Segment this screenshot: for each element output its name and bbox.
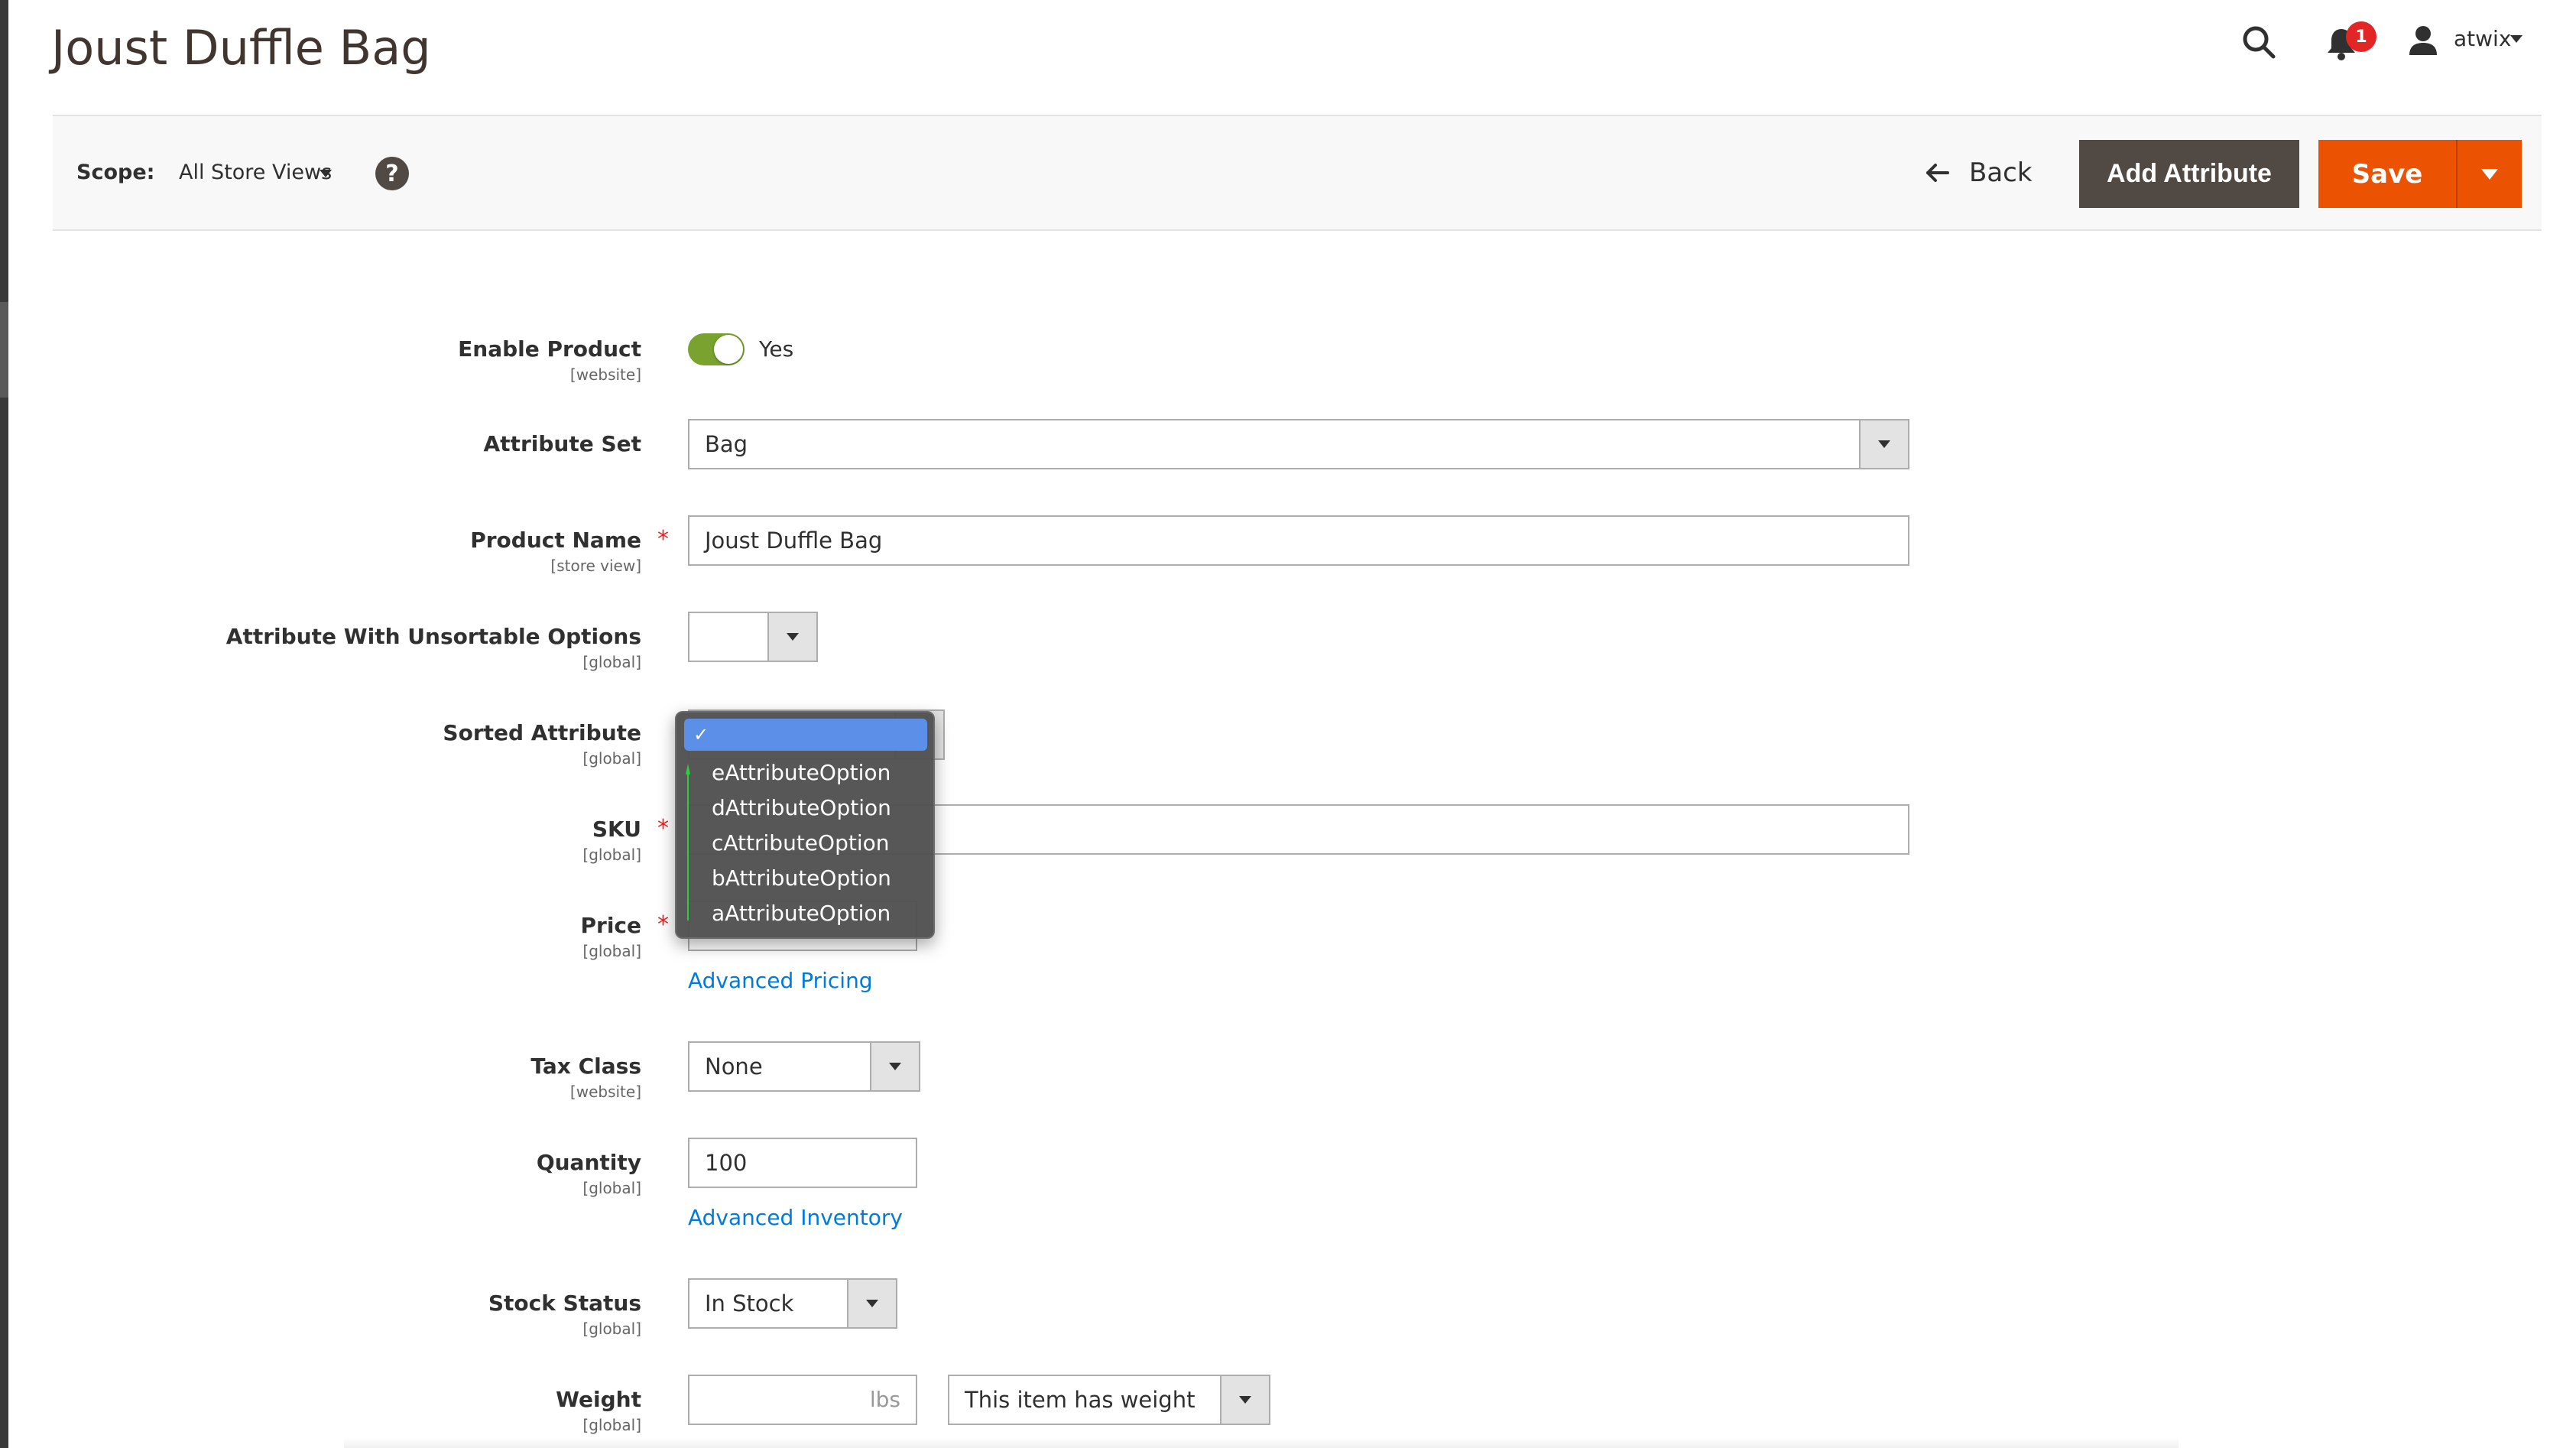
sorted-attribute-options-popup: ✓ eAttributeOption dAttributeOption cAtt…: [675, 711, 935, 939]
chevron-down-icon: [866, 1300, 878, 1307]
popup-option[interactable]: aAttributeOption: [712, 901, 891, 926]
quantity-scope: [global]: [582, 1179, 641, 1197]
unsortable-attribute-label: Attribute With Unsortable Options: [225, 624, 641, 649]
attribute-set-value: Bag: [705, 431, 748, 457]
weight-input[interactable]: lbs: [688, 1375, 917, 1425]
left-edge-notch: [0, 302, 8, 398]
unsortable-dropdown-button[interactable]: [767, 613, 816, 661]
chevron-down-icon[interactable]: [2510, 35, 2522, 43]
sort-order-arrow-icon: [686, 764, 690, 920]
tax-class-dropdown-button[interactable]: [870, 1043, 919, 1090]
advanced-inventory-link[interactable]: Advanced Inventory: [688, 1205, 903, 1230]
popup-option[interactable]: eAttributeOption: [712, 760, 891, 785]
sku-label: SKU: [592, 817, 641, 842]
tax-class-label: Tax Class: [530, 1054, 641, 1079]
product-name-scope: [store view]: [550, 557, 641, 575]
chevron-down-icon: [889, 1063, 901, 1070]
tax-class-value: None: [705, 1054, 763, 1080]
required-marker: *: [657, 526, 669, 553]
left-window-edge: [0, 0, 8, 1448]
scope-switcher[interactable]: All Store Views: [179, 161, 332, 184]
stock-status-select[interactable]: In Stock: [688, 1278, 897, 1329]
scope-label: Scope:: [76, 161, 155, 184]
back-arrow-icon: [1926, 164, 1949, 182]
quantity-input[interactable]: 100: [688, 1138, 917, 1188]
chevron-down-icon: [2481, 168, 2498, 180]
save-button-group: Save: [2318, 140, 2522, 208]
back-button-label: Back: [1969, 157, 2033, 188]
popup-option-empty-selected[interactable]: ✓: [684, 719, 927, 751]
quantity-label: Quantity: [536, 1150, 641, 1175]
checkmark-icon: ✓: [693, 724, 709, 745]
popup-option[interactable]: cAttributeOption: [712, 830, 889, 855]
unsortable-attribute-select[interactable]: [688, 612, 818, 662]
tax-class-select[interactable]: None: [688, 1041, 920, 1092]
product-name-input[interactable]: Joust Duffle Bag: [688, 515, 1909, 566]
sorted-attribute-label: Sorted Attribute: [443, 720, 641, 745]
popup-option[interactable]: dAttributeOption: [712, 795, 891, 820]
save-button[interactable]: Save: [2318, 140, 2458, 208]
advanced-pricing-link[interactable]: Advanced Pricing: [688, 968, 873, 993]
sku-scope: [global]: [582, 846, 641, 864]
enable-product-scope: [website]: [569, 365, 641, 384]
user-icon[interactable]: [2408, 24, 2438, 57]
chevron-down-icon: [787, 633, 799, 641]
weight-scope: [global]: [582, 1416, 641, 1434]
user-menu-name[interactable]: atwix: [2454, 26, 2511, 51]
required-marker: *: [657, 911, 669, 938]
enable-product-toggle[interactable]: [688, 333, 745, 365]
enable-product-value: Yes: [759, 336, 794, 362]
back-button[interactable]: Back: [1925, 153, 2033, 193]
page-title: Joust Duffle Bag: [51, 20, 431, 76]
toggle-knob: [714, 335, 743, 364]
stock-status-value: In Stock: [705, 1291, 794, 1317]
product-name-value: Joust Duffle Bag: [705, 528, 883, 554]
required-marker: *: [657, 815, 669, 842]
chevron-down-icon[interactable]: [320, 170, 332, 177]
quantity-value: 100: [705, 1150, 748, 1176]
weight-type-dropdown-button[interactable]: [1220, 1376, 1269, 1424]
tax-class-scope: [website]: [569, 1083, 641, 1101]
weight-label: Weight: [556, 1387, 641, 1412]
weight-type-value: This item has weight: [965, 1387, 1196, 1413]
unsortable-attribute-scope: [global]: [582, 653, 641, 671]
stock-status-dropdown-button[interactable]: [847, 1280, 896, 1327]
chevron-down-icon: [1239, 1396, 1251, 1404]
stock-status-scope: [global]: [582, 1320, 641, 1338]
stock-status-label: Stock Status: [488, 1291, 641, 1316]
weight-unit: lbs: [869, 1387, 900, 1412]
attribute-set-dropdown-button[interactable]: [1859, 420, 1908, 468]
enable-product-label: Enable Product: [458, 336, 641, 362]
search-icon[interactable]: [2241, 24, 2276, 60]
price-label: Price: [580, 913, 641, 938]
attribute-set-select[interactable]: Bag: [688, 419, 1909, 469]
sorted-attribute-scope: [global]: [582, 749, 641, 768]
popup-option[interactable]: bAttributeOption: [712, 865, 891, 891]
help-icon[interactable]: ?: [375, 157, 409, 190]
bottom-scroll-shadow: [344, 1437, 2179, 1448]
chevron-down-icon: [1878, 440, 1890, 448]
add-attribute-button[interactable]: Add Attribute: [2079, 140, 2299, 208]
notification-count-badge: 1: [2346, 21, 2376, 52]
weight-type-select[interactable]: This item has weight: [948, 1375, 1270, 1425]
attribute-set-label: Attribute Set: [483, 431, 642, 456]
product-name-label: Product Name: [470, 528, 641, 553]
price-scope: [global]: [582, 942, 641, 960]
save-options-toggle[interactable]: [2458, 140, 2522, 208]
